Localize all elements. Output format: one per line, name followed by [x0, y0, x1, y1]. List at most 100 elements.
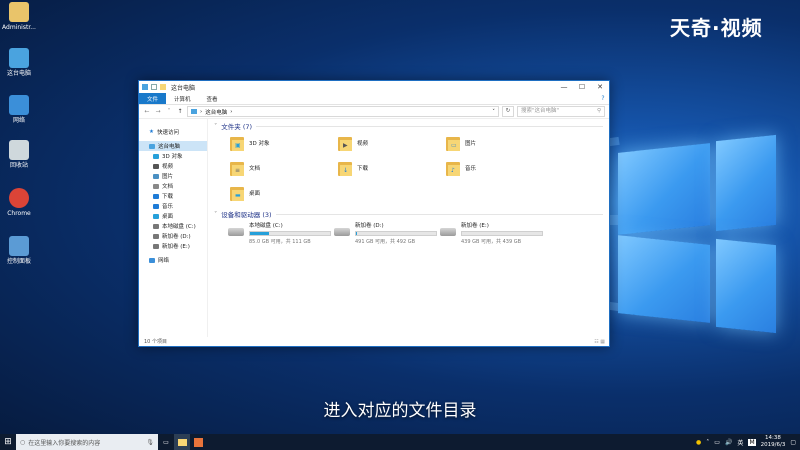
- network-tray-icon[interactable]: ▭: [714, 439, 720, 446]
- desktop-icon[interactable]: Chrome: [2, 188, 36, 217]
- folder-label: 桌面: [249, 191, 261, 197]
- desktop-icon[interactable]: 这台电脑: [2, 48, 36, 77]
- chevron-down-icon[interactable]: ˅: [492, 109, 495, 115]
- ime-mode-indicator[interactable]: M: [748, 438, 756, 446]
- video-folder-icon: ▶: [338, 135, 352, 151]
- drive-icon: [334, 228, 350, 236]
- nav-item[interactable]: 新加卷 (D:): [139, 231, 207, 241]
- volume-icon[interactable]: 🔊: [725, 439, 732, 446]
- clock-date: 2019/6/3: [760, 442, 786, 448]
- nav-label: 音乐: [162, 204, 174, 210]
- nav-item-network[interactable]: 网络: [139, 255, 207, 265]
- drives-group-header[interactable]: ˅ 设备和驱动器 (3): [214, 209, 603, 219]
- star-icon: ★: [149, 129, 154, 135]
- notifications-icon[interactable]: ▢: [790, 439, 796, 446]
- desktop-icon[interactable]: 网络: [2, 95, 36, 124]
- search-input[interactable]: 搜索"这台电脑" ⚲: [517, 106, 605, 117]
- folder-label: 音乐: [465, 166, 477, 172]
- nav-label: 本地磁盘 (C:): [162, 224, 196, 230]
- minimize-button[interactable]: —: [555, 83, 573, 91]
- nav-item[interactable]: 文档: [139, 181, 207, 191]
- nav-item[interactable]: 视频: [139, 161, 207, 171]
- nav-label: 图片: [162, 174, 174, 180]
- desktop-icon-label: 控制面板: [6, 258, 31, 265]
- desktop-icon[interactable]: 回收站: [2, 140, 36, 169]
- file-explorer-taskbar-icon[interactable]: [174, 434, 190, 450]
- clock[interactable]: 14:38 2019/6/3: [761, 435, 786, 449]
- navigation-pane[interactable]: ★ 快速访问 这台电脑 3D 对象 视频 图片 文档 下载 音乐 桌面 本地磁盘 (C:) 新加…: [139, 119, 208, 337]
- drive-free-space: 491 GB 可用，共 492 GB: [355, 239, 416, 245]
- folder-item[interactable]: ↓ 下载: [338, 160, 368, 176]
- address-path: 这台电脑: [205, 109, 228, 116]
- folder-item[interactable]: ▶ 视频: [338, 135, 368, 151]
- new-folder-icon[interactable]: [160, 84, 166, 90]
- tab-file[interactable]: 文件: [139, 93, 167, 104]
- control-panel-icon: [9, 236, 29, 256]
- drive-item[interactable]: 新加卷 (E:) 439 GB 可用，共 439 GB: [440, 221, 543, 245]
- chevron-right-icon[interactable]: ›: [200, 109, 202, 115]
- forward-button[interactable]: →: [154, 108, 162, 115]
- chevron-up-icon[interactable]: ˄: [706, 439, 709, 446]
- item-count: 10 个项目: [144, 339, 167, 345]
- folder-label: 图片: [465, 141, 477, 147]
- app-tray-icon[interactable]: ●: [696, 439, 701, 446]
- nav-item[interactable]: 图片: [139, 171, 207, 181]
- folder-item[interactable]: ♪ 音乐: [446, 160, 476, 176]
- download-icon: [153, 193, 159, 199]
- file-explorer-window[interactable]: 这台电脑 — ☐ ✕ 文件 计算机 查看 ? ← → ˅ ↑ › 这台电脑 › …: [138, 80, 610, 347]
- view-toggle-icons[interactable]: ☷ ▦: [594, 339, 609, 345]
- folder-label: 视频: [357, 141, 369, 147]
- maximize-button[interactable]: ☐: [573, 83, 591, 91]
- back-button[interactable]: ←: [143, 108, 151, 115]
- nav-item[interactable]: 下载: [139, 191, 207, 201]
- picture-icon: [153, 173, 159, 179]
- help-icon[interactable]: ?: [597, 93, 609, 104]
- drive-label: 新加卷 (D:): [355, 223, 384, 229]
- content-pane[interactable]: ˅ 文件夹 (7) ▣ 3D 对象 ▶ 视频 ▭ 图片 ≡ 文档 ↓ 下载 ♪ 音乐 ▬ 桌面 ˅ 设备和…: [208, 119, 609, 337]
- task-view-button[interactable]: ▭: [158, 434, 174, 450]
- microphone-icon[interactable]: 🎙: [146, 439, 154, 446]
- desktop-icon[interactable]: 控制面板: [2, 236, 36, 265]
- user-folder-icon: [9, 2, 29, 22]
- tab-view[interactable]: 查看: [199, 93, 226, 104]
- up-button[interactable]: ↑: [176, 108, 184, 115]
- chevron-right-icon[interactable]: ›: [230, 109, 232, 115]
- close-button[interactable]: ✕: [591, 83, 609, 91]
- recent-locations-chevron-icon[interactable]: ˅: [165, 108, 173, 115]
- chevron-down-icon: ˅: [214, 210, 218, 218]
- nav-item[interactable]: 桌面: [139, 211, 207, 221]
- drive-free-space: 85.0 GB 可用，共 111 GB: [249, 239, 311, 245]
- drive-icon: [153, 233, 159, 239]
- nav-item[interactable]: 本地磁盘 (C:): [139, 221, 207, 231]
- folder-item[interactable]: ▭ 图片: [446, 135, 476, 151]
- refresh-button[interactable]: ↻: [502, 106, 514, 117]
- nav-item[interactable]: 音乐: [139, 201, 207, 211]
- folder-item[interactable]: ≡ 文档: [230, 160, 260, 176]
- folder-item[interactable]: ▣ 3D 对象: [230, 135, 269, 151]
- address-bar[interactable]: › 这台电脑 › ˅: [187, 106, 499, 117]
- tab-computer[interactable]: 计算机: [166, 93, 199, 104]
- drive-item[interactable]: 本地磁盘 (C:) 85.0 GB 可用，共 111 GB: [228, 221, 331, 245]
- app-taskbar-icon[interactable]: [190, 434, 206, 450]
- recycle-bin-icon: [9, 140, 29, 160]
- desktop-icon: [153, 213, 159, 219]
- nav-label: 下载: [162, 194, 174, 200]
- window-titlebar[interactable]: 这台电脑 — ☐ ✕: [139, 81, 609, 93]
- drive-usage-bar: [355, 231, 437, 236]
- nav-item-this-pc[interactable]: 这台电脑: [139, 141, 207, 151]
- folder-item[interactable]: ▬ 桌面: [230, 185, 260, 201]
- folders-group-header[interactable]: ˅ 文件夹 (7): [214, 121, 603, 131]
- nav-item-quick-access[interactable]: ★ 快速访问: [139, 127, 207, 137]
- network-icon: [9, 95, 29, 115]
- ime-indicator[interactable]: 英: [737, 438, 743, 447]
- desktop-icon[interactable]: Administr...: [2, 2, 36, 31]
- music-icon: [153, 203, 159, 209]
- drive-item[interactable]: 新加卷 (D:) 491 GB 可用，共 492 GB: [334, 221, 437, 245]
- folder-label: 3D 对象: [249, 141, 270, 147]
- nav-item[interactable]: 3D 对象: [139, 151, 207, 161]
- nav-item[interactable]: 新加卷 (E:): [139, 241, 207, 251]
- properties-icon[interactable]: [151, 84, 157, 90]
- taskbar-search-box[interactable]: ○ 在这里输入你要搜索的内容 🎙: [16, 434, 158, 450]
- quick-access-toolbar[interactable]: [139, 84, 166, 90]
- start-button[interactable]: ⊞: [0, 437, 16, 447]
